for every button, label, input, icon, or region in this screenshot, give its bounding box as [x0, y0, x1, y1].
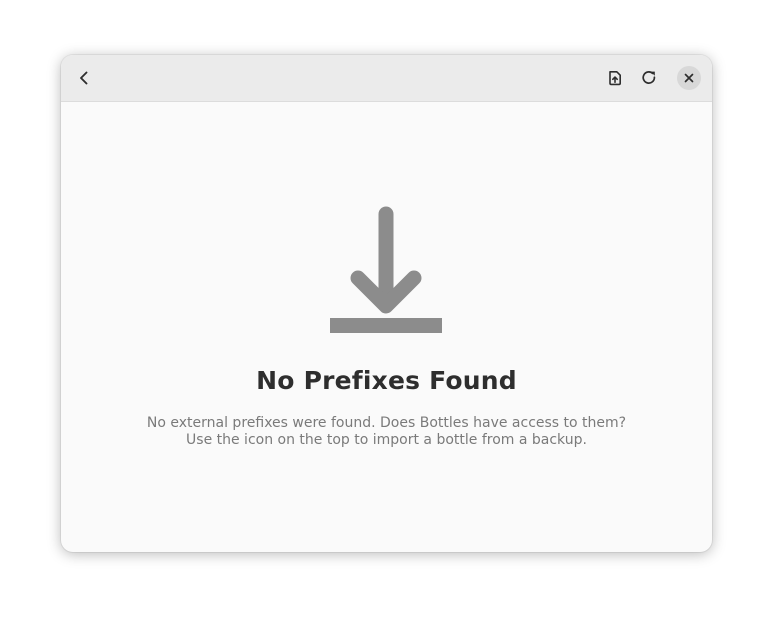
- document-import-icon: [607, 70, 623, 86]
- download-arrow-icon: [329, 204, 444, 334]
- status-title: No Prefixes Found: [256, 366, 517, 395]
- description-line-2: Use the icon on the top to import a bott…: [186, 432, 587, 448]
- import-window: No Prefixes Found No external prefixes w…: [61, 55, 712, 552]
- view-refresh-icon: [641, 70, 657, 86]
- status-description: No external prefixes were found. Does Bo…: [61, 415, 712, 449]
- go-previous-icon: [76, 70, 92, 86]
- status-page: No Prefixes Found No external prefixes w…: [61, 102, 712, 552]
- import-backup-button[interactable]: [601, 64, 629, 92]
- close-button[interactable]: [677, 66, 701, 90]
- back-button[interactable]: [70, 64, 98, 92]
- description-line-1: No external prefixes were found. Does Bo…: [146, 415, 627, 431]
- window-close-icon: [684, 73, 694, 83]
- refresh-button[interactable]: [635, 64, 663, 92]
- header-bar: [61, 55, 712, 102]
